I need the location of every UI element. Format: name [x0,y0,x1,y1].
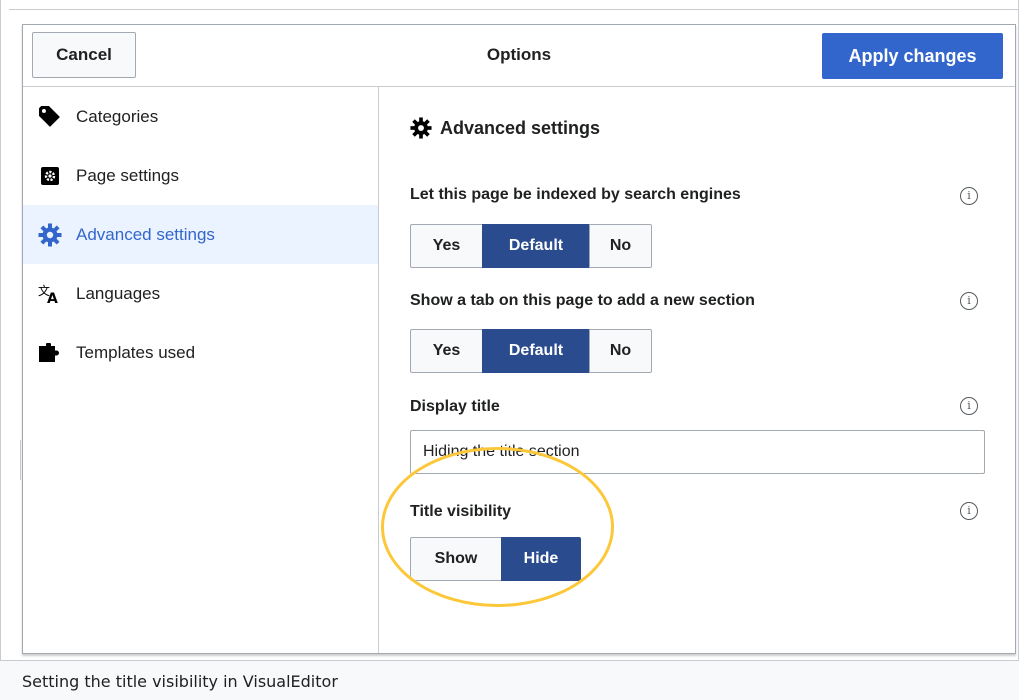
page-settings-icon [38,164,62,188]
sidebar-item-categories[interactable]: Categories [23,87,378,146]
title-visibility-hide-button[interactable]: Hide [501,537,581,581]
sidebar-item-templates-used[interactable]: Templates used [23,323,378,382]
display-title-label: Display title [410,398,500,415]
new-section-tab-button-group: Yes Default No [410,329,652,373]
frame-top-border [9,9,1019,10]
svg-text:A: A [47,291,58,305]
dialog-header: Cancel Options Apply changes [23,25,1015,87]
language-icon: 文 A [38,282,62,306]
indexing-no-button[interactable]: No [589,224,652,268]
sidebar-item-languages[interactable]: 文 A Languages [23,264,378,323]
sidebar-item-label: Templates used [76,342,196,362]
info-icon[interactable]: i [960,502,978,520]
indexing-button-group: Yes Default No [410,224,652,268]
title-visibility-label: Title visibility [410,503,512,520]
sidebar-item-label: Advanced settings [76,224,215,244]
background-edge [20,440,21,480]
indexing-label: Let this page be indexed by search engin… [410,186,741,203]
apply-changes-button[interactable]: Apply changes [822,33,1003,79]
info-icon[interactable]: i [960,397,978,415]
advanced-settings-panel: Advanced settings Let this page be index… [380,87,1015,653]
new-section-default-button[interactable]: Default [482,329,590,373]
new-section-yes-button[interactable]: Yes [410,329,483,373]
panel-heading: Advanced settings [410,117,600,139]
puzzle-icon [38,341,62,365]
title-visibility-show-button[interactable]: Show [410,537,502,581]
sidebar-item-label: Page settings [76,165,180,185]
options-dialog: Cancel Options Apply changes Categories … [22,24,1016,654]
info-icon[interactable]: i [960,187,978,205]
gear-icon [38,223,62,247]
options-sidebar: Categories Page settings Advanced settin… [23,87,379,653]
sidebar-item-page-settings[interactable]: Page settings [23,146,378,205]
new-section-no-button[interactable]: No [589,329,652,373]
sidebar-item-label: Languages [76,283,161,303]
tag-icon [38,105,62,129]
gear-icon [410,117,432,139]
indexing-yes-button[interactable]: Yes [410,224,483,268]
info-icon[interactable]: i [960,292,978,310]
indexing-default-button[interactable]: Default [482,224,590,268]
sidebar-item-advanced-settings[interactable]: Advanced settings [23,205,378,264]
title-visibility-button-group: Show Hide [410,537,581,581]
new-section-tab-label: Show a tab on this page to add a new sec… [410,292,755,309]
display-title-input[interactable] [410,430,985,474]
image-caption: Setting the title visibility in VisualEd… [22,672,338,691]
panel-heading-text: Advanced settings [440,117,601,138]
sidebar-item-label: Categories [76,106,159,126]
